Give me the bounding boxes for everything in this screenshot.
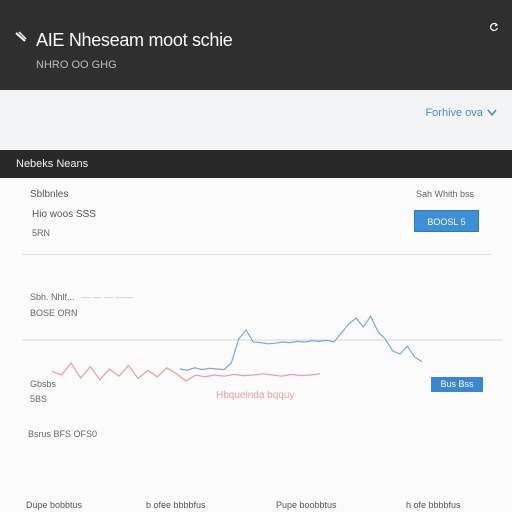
panel-right-label: Sah Whith bss [416, 189, 475, 199]
panel-value: Hio woos SSS [32, 209, 96, 220]
footer-item-1[interactable]: Dupe bobbtus [26, 500, 82, 510]
app-header: AIE Nheseam moot schie NHRO OO GHG [0, 0, 512, 90]
panel-subvalue: 5RN [32, 228, 51, 238]
forward-link[interactable]: Forhive ova [425, 107, 498, 119]
forward-link-label: Forhive ova [425, 107, 483, 119]
footer-item-2[interactable]: b ofee bbbbfus [146, 500, 206, 510]
refresh-icon[interactable] [488, 20, 500, 32]
primary-button[interactable]: BOOSL 5 [414, 210, 479, 232]
toolbar: Forhive ova [0, 90, 512, 151]
menu-icon[interactable] [14, 30, 28, 44]
chevron-right-icon [487, 109, 497, 117]
app-subtitle: NHRO OO GHG [36, 59, 117, 71]
chart-button[interactable]: Bus Bss [431, 377, 483, 392]
panel-top-label: Sblbnles [30, 189, 69, 200]
chart-caption: Bsrus BFS OFS0 [28, 429, 98, 439]
divider [22, 254, 492, 255]
section-title: Nebeks Neans [0, 150, 512, 178]
app-title: AIE Nheseam moot schie [36, 30, 233, 50]
chart-annotation: Hbqueinda bqquy [216, 390, 295, 401]
footer-item-3[interactable]: Pupe boobbtus [276, 500, 337, 510]
chart-series-2 [179, 314, 423, 371]
chart-series-1 [51, 361, 321, 382]
footer-item-4[interactable]: h ofe bbbbfus [406, 500, 461, 510]
